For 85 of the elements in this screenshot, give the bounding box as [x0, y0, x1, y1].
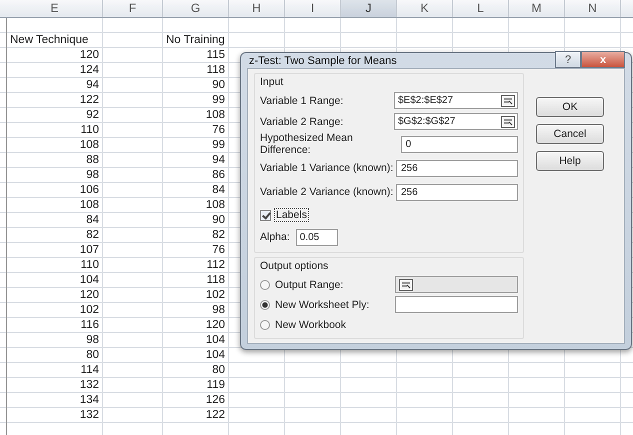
- table-cell: 118: [206, 274, 225, 286]
- range-picker-icon[interactable]: [501, 116, 515, 128]
- table-cell: 110: [80, 259, 99, 271]
- input-field[interactable]: 256: [396, 184, 518, 200]
- table-cell: 120: [80, 289, 99, 301]
- table-cell: 98: [86, 169, 99, 181]
- field-label: Variable 1 Range:: [260, 94, 344, 106]
- field-label: Variable 2 Variance (known):: [260, 186, 394, 198]
- table-cell: 88: [86, 154, 99, 166]
- radio-button[interactable]: [260, 320, 270, 330]
- table-cell: 94: [86, 79, 99, 91]
- table-cell: 82: [212, 229, 225, 241]
- table-cell: 108: [206, 109, 225, 121]
- table-cell: 82: [86, 229, 99, 241]
- table-cell: 80: [86, 349, 99, 361]
- table-cell: 108: [80, 139, 99, 151]
- table-cell: 126: [206, 394, 225, 406]
- table-cell: No Training: [166, 34, 225, 46]
- dialog-button[interactable]: Help: [536, 151, 604, 171]
- table-cell: 108: [206, 199, 225, 211]
- table-cell: 99: [212, 139, 225, 151]
- table-cell: 132: [80, 379, 99, 391]
- help-button[interactable]: ?: [555, 51, 581, 68]
- radio-label[interactable]: Output Range:: [274, 278, 390, 290]
- input-field[interactable]: [394, 296, 518, 313]
- table-cell: 98: [86, 334, 99, 346]
- table-cell: 110: [80, 124, 99, 136]
- dialog-button[interactable]: OK: [536, 97, 604, 117]
- radio-label[interactable]: New Workbook: [275, 318, 391, 330]
- table-cell: 102: [80, 304, 99, 316]
- table-cell: 107: [80, 244, 99, 256]
- table-cell: 90: [212, 214, 225, 226]
- range-picker-icon[interactable]: [501, 94, 515, 106]
- checkbox-label[interactable]: Labels: [274, 208, 309, 222]
- table-cell: 116: [80, 319, 99, 331]
- input-field[interactable]: 256: [396, 160, 518, 176]
- table-cell: 134: [80, 394, 99, 406]
- table-cell: 104: [80, 274, 99, 286]
- table-cell: 76: [212, 124, 225, 136]
- field-label: Hypothesized Mean Difference:: [260, 132, 354, 156]
- table-cell: 132: [80, 409, 99, 421]
- field-label: Alpha:: [260, 231, 290, 243]
- range-field[interactable]: [394, 276, 518, 293]
- table-cell: 99: [212, 94, 225, 106]
- window-title: z-Test: Two Sample for Means: [248, 54, 397, 66]
- dialog-button[interactable]: Cancel: [536, 124, 604, 144]
- input-field[interactable]: 0: [400, 136, 518, 152]
- table-cell: 104: [206, 334, 225, 346]
- column-header[interactable]: J: [341, 0, 397, 17]
- range-field[interactable]: $E$2:$E$27: [394, 92, 518, 109]
- table-cell: 76: [212, 244, 225, 256]
- table-cell: 120: [80, 49, 99, 61]
- table-cell: 119: [206, 379, 225, 391]
- table-cell: 120: [206, 319, 225, 331]
- table-cell: 106: [80, 184, 99, 196]
- table-cell: New Technique: [10, 34, 88, 46]
- table-cell: 104: [206, 349, 225, 361]
- table-cell: 86: [212, 169, 225, 181]
- group-label: Output options: [260, 260, 330, 272]
- table-cell: 90: [212, 79, 225, 91]
- table-cell: 122: [206, 409, 225, 421]
- radio-button[interactable]: [260, 300, 270, 310]
- range-picker-icon[interactable]: [398, 278, 413, 290]
- table-cell: 108: [80, 199, 99, 211]
- group-label: Input: [260, 76, 284, 88]
- table-cell: 115: [206, 49, 225, 61]
- input-field[interactable]: 0.05: [296, 228, 338, 246]
- checkbox[interactable]: [260, 210, 271, 220]
- table-cell: 98: [212, 304, 225, 316]
- table-cell: 118: [206, 64, 225, 76]
- table-cell: 114: [80, 364, 99, 376]
- table-cell: 124: [80, 64, 99, 76]
- field-label: Variable 2 Range:: [260, 116, 344, 128]
- table-cell: 80: [212, 364, 225, 376]
- table-cell: 122: [80, 94, 99, 106]
- table-cell: 94: [212, 154, 225, 166]
- table-cell: 84: [86, 214, 99, 226]
- table-cell: 112: [206, 259, 225, 271]
- table-cell: 92: [86, 109, 99, 121]
- table-cell: 102: [206, 289, 225, 301]
- field-label: Variable 1 Variance (known):: [260, 162, 394, 174]
- radio-label[interactable]: New Worksheet Ply:: [274, 298, 390, 310]
- range-field[interactable]: $G$2:$G$27: [394, 113, 518, 130]
- table-cell: 84: [212, 184, 225, 196]
- radio-button[interactable]: [260, 280, 270, 290]
